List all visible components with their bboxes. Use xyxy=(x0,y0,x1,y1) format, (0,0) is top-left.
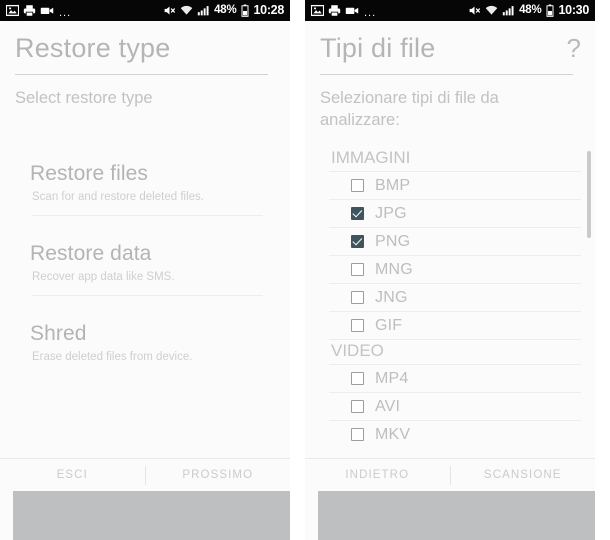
battery-icon xyxy=(546,4,554,17)
menu-item-shred[interactable]: Shred Erase deleted files from device. xyxy=(15,307,290,376)
status-bar-left: ... 48% 10:28 xyxy=(0,0,290,21)
file-type-row-bmp[interactable]: BMP xyxy=(329,172,581,200)
video-icon xyxy=(40,7,54,14)
file-type-row-mng[interactable]: MNG xyxy=(329,256,581,284)
signal-icon xyxy=(197,6,209,16)
wifi-icon xyxy=(485,5,498,15)
file-type-label: MNG xyxy=(375,260,413,278)
menu-item-divider xyxy=(32,215,263,216)
signal-icon xyxy=(502,6,514,16)
group-header-video: VIDEO xyxy=(329,340,581,365)
mute-icon xyxy=(469,6,481,15)
screen-file-types: ... 48% 10:30 Tipi di file ? Selezionare… xyxy=(305,0,595,540)
checkbox-gif[interactable] xyxy=(351,319,364,332)
file-type-row-gif[interactable]: GIF xyxy=(329,312,581,340)
file-type-label: BMP xyxy=(375,176,411,194)
status-overflow-icon: ... xyxy=(59,6,72,19)
header-right: Tipi di file ? Selezionare tipi di file … xyxy=(305,21,595,131)
menu-item-restore-files[interactable]: Restore files Scan for and restore delet… xyxy=(15,161,290,227)
file-type-label: JPG xyxy=(375,204,407,222)
checkbox-jng[interactable] xyxy=(351,291,364,304)
exit-button[interactable]: ESCI xyxy=(0,469,145,481)
image-icon xyxy=(6,4,19,17)
mute-icon xyxy=(164,6,176,15)
menu-item-title: Restore data xyxy=(30,242,152,265)
back-button[interactable]: INDIETRO xyxy=(305,469,450,481)
print-icon xyxy=(23,5,36,17)
page-subtitle: Select restore type xyxy=(15,89,153,107)
title-divider xyxy=(15,74,268,75)
menu-item-title: Shred xyxy=(30,322,87,345)
file-type-row-png[interactable]: PNG xyxy=(329,228,581,256)
print-icon xyxy=(328,5,341,17)
file-type-row-mp4[interactable]: MP4 xyxy=(329,365,581,393)
page-title: Restore type xyxy=(15,33,171,63)
restore-type-menu: Restore files Scan for and restore delet… xyxy=(0,161,290,376)
title-divider xyxy=(320,74,573,75)
scrollbar-thumb[interactable] xyxy=(587,151,591,238)
next-button[interactable]: PROSSIMO xyxy=(146,469,291,481)
battery-percent-label: 48% xyxy=(214,3,237,16)
action-bar-right: INDIETRO SCANSIONE xyxy=(305,459,595,491)
menu-item-restore-data[interactable]: Restore data Recover app data like SMS. xyxy=(15,227,290,307)
status-bar-system-icons: 48% 10:30 xyxy=(468,2,590,18)
status-bar-system-icons: 48% 10:28 xyxy=(163,2,285,18)
wifi-icon xyxy=(180,5,193,15)
file-type-row-jng[interactable]: JNG xyxy=(329,284,581,312)
file-type-label: AVI xyxy=(375,397,401,415)
file-type-label: JNG xyxy=(375,288,408,306)
status-overflow-icon: ... xyxy=(364,6,377,19)
file-type-label: MKV xyxy=(375,425,411,443)
status-bar-notification-icons: ... xyxy=(311,4,377,19)
file-type-row-mkv[interactable]: MKV xyxy=(329,421,581,447)
page-title: Tipi di file xyxy=(320,33,436,63)
battery-icon xyxy=(241,4,249,17)
image-icon xyxy=(311,4,324,17)
file-type-label: PNG xyxy=(375,232,411,250)
menu-item-title: Restore files xyxy=(30,162,149,185)
clock-label: 10:28 xyxy=(253,2,285,17)
android-nav-bar-placeholder xyxy=(318,491,595,540)
help-icon[interactable]: ? xyxy=(567,33,581,63)
file-type-list-inner: IMMAGINI BMP JPG PNG MNG JNG GIF VIDEO M… xyxy=(329,147,581,447)
checkbox-mp4[interactable] xyxy=(351,372,364,385)
menu-item-subtitle: Recover app data like SMS. xyxy=(32,271,175,283)
clock-label: 10:30 xyxy=(558,2,590,17)
checkbox-avi[interactable] xyxy=(351,400,364,413)
checkbox-mng[interactable] xyxy=(351,263,364,276)
checkbox-bmp[interactable] xyxy=(351,179,364,192)
file-type-row-avi[interactable]: AVI xyxy=(329,393,581,421)
status-bar-notification-icons: ... xyxy=(6,4,72,19)
panel-gap xyxy=(290,0,305,540)
battery-percent-label: 48% xyxy=(519,3,542,16)
file-type-label: GIF xyxy=(375,316,403,334)
menu-item-subtitle: Erase deleted files from device. xyxy=(32,351,193,363)
file-type-label: MP4 xyxy=(375,369,409,387)
checkbox-mkv[interactable] xyxy=(351,428,364,441)
screen-restore-type: ... 48% 10:28 Restore type Select restor… xyxy=(0,0,290,540)
file-type-row-jpg[interactable]: JPG xyxy=(329,200,581,228)
dual-screenshot-stage: ... 48% 10:28 Restore type Select restor… xyxy=(0,0,610,540)
status-bar-right: ... 48% 10:30 xyxy=(305,0,595,21)
group-header-immagini: IMMAGINI xyxy=(329,147,581,172)
scan-button[interactable]: SCANSIONE xyxy=(451,469,596,481)
video-icon xyxy=(345,7,359,14)
menu-item-subtitle: Scan for and restore deleted files. xyxy=(32,191,204,203)
file-type-list[interactable]: IMMAGINI BMP JPG PNG MNG JNG GIF VIDEO M… xyxy=(305,147,595,447)
action-bar-left: ESCI PROSSIMO xyxy=(0,459,290,491)
android-nav-bar-placeholder xyxy=(13,491,290,540)
checkbox-jpg[interactable] xyxy=(351,207,364,220)
page-subtitle: Selezionare tipi di file da analizzare: xyxy=(320,89,499,129)
menu-item-divider xyxy=(32,295,263,296)
header-left: Restore type Select restore type xyxy=(0,21,290,109)
checkbox-png[interactable] xyxy=(351,235,364,248)
